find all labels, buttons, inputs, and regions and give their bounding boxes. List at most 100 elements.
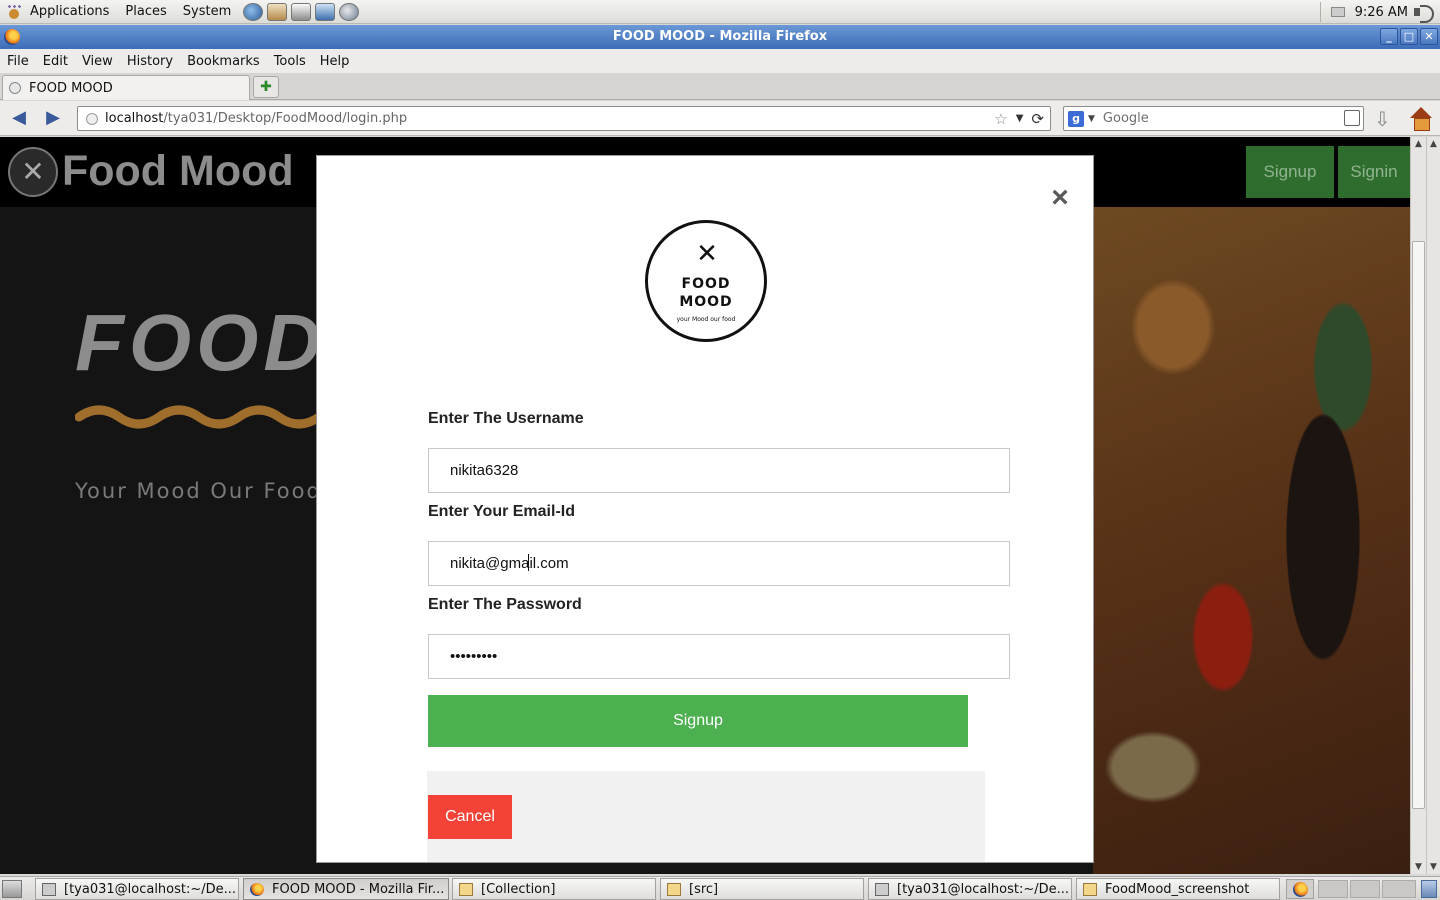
search-go-icon[interactable] [1344,110,1360,126]
close-window-button[interactable]: ✕ [1420,28,1438,45]
tab-food-mood[interactable]: FOOD MOOD [2,75,250,100]
firefox-icon[interactable] [4,29,20,45]
text-editor-launcher-icon[interactable] [291,2,312,21]
web-browser-launcher-icon[interactable] [243,2,264,21]
panel-menu-places[interactable]: Places [117,0,174,24]
workspace-3[interactable] [1382,880,1416,898]
window-controls: _ □ ✕ [1380,28,1438,45]
download-icon[interactable]: ⇩ [1374,109,1396,129]
workspace-1[interactable] [1318,880,1348,898]
url-dropdown-icon[interactable]: ▼ [1016,110,1024,128]
bookmark-star-icon[interactable]: ☆ [994,110,1007,128]
help-launcher-icon[interactable] [339,2,360,21]
scroll-down-icon[interactable]: ▼ [1411,860,1426,874]
google-engine-icon[interactable]: g [1068,110,1084,127]
site-identity-icon[interactable] [86,112,98,125]
new-tab-button[interactable]: ✚ [253,76,279,98]
task-label: [tya031@localhost:~/De... [64,881,237,897]
window-title: FOOD MOOD - Mozilla Firefox [612,29,828,44]
terminal-icon [42,882,56,896]
task-terminal-2[interactable]: [tya031@localhost:~/De... [868,878,1072,900]
food-photo [1093,207,1410,874]
url-path: /tya031/Desktop/FoodMood/login.php [163,111,408,126]
hero-tagline: Your Mood Our Food [75,479,322,503]
panel-separator [1319,2,1321,22]
task-label: [src] [689,881,719,897]
scrollbar-thumb[interactable] [1412,241,1425,809]
menu-tools[interactable]: Tools [267,54,313,69]
food-mood-logo: ✕ FOOD MOOD your Mood our food [645,220,767,342]
logo-subtitle: your Mood our food [676,316,736,323]
engine-dropdown-icon[interactable]: ▼ [1088,114,1095,124]
page-favicon-icon [9,82,21,94]
username-input[interactable]: nikita6328 [428,448,1010,493]
scroll-up-icon[interactable]: ▲ [1427,137,1440,151]
navigation-toolbar: ◀ ▶ localhost/tya031/Desktop/FoodMood/lo… [0,101,1440,136]
scroll-up-icon[interactable]: ▲ [1411,137,1426,151]
menu-help[interactable]: Help [313,54,357,69]
folder-icon [1083,882,1097,896]
tab-bar: FOOD MOOD ✚ [0,73,1440,100]
terminal-icon [875,882,889,896]
site-title[interactable]: Food Mood [62,147,294,196]
back-arrow-icon[interactable]: ◀ [8,109,30,127]
firefox-tray-icon[interactable] [1286,879,1314,899]
scroll-down-icon[interactable]: ▼ [1427,860,1440,874]
close-icon[interactable]: × [1047,183,1073,213]
task-screenshot-folder[interactable]: FoodMood_screenshot [1076,878,1280,900]
url-host: localhost [105,111,164,126]
network-icon[interactable] [1330,7,1345,17]
clock[interactable]: 9:26 AM [1355,5,1408,20]
menu-edit[interactable]: Edit [36,54,75,69]
folder-icon [667,882,681,896]
url-bar[interactable]: localhost/tya031/Desktop/FoodMood/login.… [77,106,1051,131]
email-input[interactable]: nikita@gmail.com [428,541,1010,586]
menu-bookmarks[interactable]: Bookmarks [180,54,267,69]
panel-tray: 9:26 AM [1319,0,1440,24]
taskbar: [tya031@localhost:~/De... FOOD MOOD - Mo… [0,876,1440,900]
volume-icon[interactable] [1412,3,1436,23]
home-icon[interactable] [1408,107,1434,131]
site-logo-icon[interactable] [8,147,58,197]
header-signin-button[interactable]: Signin [1338,146,1410,198]
search-bar[interactable]: g ▼ Google [1063,106,1364,131]
folder-icon [459,882,473,896]
email-label: Enter Your Email-Id [428,503,575,520]
page-scrollbar[interactable]: ▲ ▼ [1410,137,1426,874]
hero-heading: FOOD [75,298,327,387]
menu-history[interactable]: History [120,54,180,69]
mail-launcher-icon[interactable] [267,2,288,21]
task-collection-folder[interactable]: [Collection] [452,878,656,900]
menu-file[interactable]: File [0,54,36,69]
header-signup-button[interactable]: Signup [1246,146,1334,198]
task-label: [tya031@localhost:~/De... [897,881,1070,897]
task-label: [Collection] [481,881,556,897]
trash-icon[interactable] [1421,880,1437,898]
panel-menu-system[interactable]: System [175,0,239,24]
url-bar-actions: ☆ ▼ ⟳ [994,110,1044,128]
signup-submit-button[interactable]: Signup [428,695,968,747]
text-caret [528,554,530,571]
password-label: Enter The Password [428,596,582,613]
task-terminal-1[interactable]: [tya031@localhost:~/De... [35,878,239,900]
forward-arrow-icon[interactable]: ▶ [42,109,64,127]
menu-view[interactable]: View [75,54,120,69]
panel-menu-applications[interactable]: Applications [22,0,117,24]
task-firefox[interactable]: FOOD MOOD - Mozilla Fir... [243,878,449,900]
search-input[interactable]: Google [1103,111,1149,126]
document-launcher-icon[interactable] [315,2,336,21]
task-label: FOOD MOOD - Mozilla Fir... [272,881,445,897]
cancel-button[interactable]: Cancel [428,795,512,839]
username-label: Enter The Username [428,410,584,427]
reload-icon[interactable]: ⟳ [1031,110,1044,128]
password-input[interactable]: ••••••••• [428,634,1010,679]
menubar: File Edit View History Bookmarks Tools H… [0,49,1440,73]
gnome-foot-icon[interactable] [6,3,22,20]
hero-wave-divider [75,405,324,429]
minimize-button[interactable]: _ [1380,28,1398,45]
show-desktop-icon[interactable] [2,880,22,898]
task-src-folder[interactable]: [src] [660,878,864,900]
window-scrollbar[interactable]: ▲ ▼ [1426,137,1440,874]
workspace-2[interactable] [1350,880,1380,898]
maximize-button[interactable]: □ [1400,28,1418,45]
